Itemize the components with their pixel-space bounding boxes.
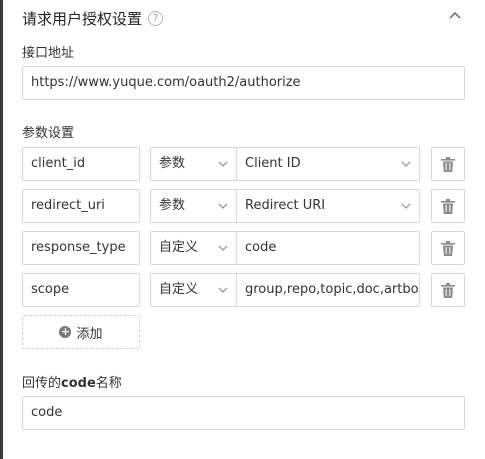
chevron-down-icon [401,161,411,167]
param-value-select[interactable]: Redirect URI [237,189,420,223]
param-type-select[interactable]: 自定义 [150,231,237,265]
add-param-button[interactable]: + 添加 [22,315,140,349]
param-type-select[interactable]: 参数 [150,189,237,223]
param-type-value: 参数 [159,156,186,171]
param-name-input[interactable]: client_id [22,147,140,181]
param-value-input[interactable]: group,repo,topic,doc,artboard [237,273,420,307]
param-value-text: Client ID [245,156,301,171]
question-circle-icon[interactable]: ? [148,10,164,26]
trash-icon [441,282,455,298]
param-name-input[interactable]: response_type [22,231,140,265]
param-type-value: 自定义 [159,240,199,255]
param-type-select[interactable]: 自定义 [150,273,237,307]
section-title: 请求用户授权设置 [22,9,143,28]
delete-param-button[interactable] [431,231,465,265]
chevron-down-icon [218,161,228,167]
chevron-down-icon [218,287,228,293]
endpoint-url-input[interactable]: https://www.yuque.com/oauth2/authorize [22,66,465,100]
oauth-settings-panel: 请求用户授权设置 ? 接口地址 https://www.yuque.com/oa… [3,0,485,459]
chevron-down-icon [401,203,411,209]
callback-label-prefix: 回传的 [22,376,62,391]
callback-name-label: 回传的code名称 [22,372,122,391]
delete-param-button[interactable] [431,189,465,223]
callback-label-bold: code [61,376,96,391]
endpoint-label: 接口地址 [22,46,75,61]
chevron-up-icon[interactable] [447,9,463,21]
section-header: 请求用户授权设置 ? [22,6,164,30]
param-type-value: 自定义 [159,282,199,297]
trash-icon [441,240,455,256]
callback-label-suffix: 名称 [95,376,122,391]
param-type-value: 参数 [159,198,186,213]
trash-icon [441,198,455,214]
param-name-input[interactable]: redirect_uri [22,189,140,223]
param-type-select[interactable]: 参数 [150,147,237,181]
chevron-down-icon [218,203,228,209]
delete-param-button[interactable] [431,147,465,181]
plus-circle-icon: + [59,325,72,338]
param-value-text: Redirect URI [245,198,326,213]
callback-code-name-input[interactable]: code [22,396,465,430]
param-name-input[interactable]: scope [22,273,140,307]
params-label: 参数设置 [22,126,75,141]
param-value-input[interactable]: code [237,231,420,265]
add-param-label: 添加 [76,326,103,342]
delete-param-button[interactable] [431,273,465,307]
trash-icon [441,156,455,172]
chevron-down-icon [218,245,228,251]
param-value-select[interactable]: Client ID [237,147,420,181]
